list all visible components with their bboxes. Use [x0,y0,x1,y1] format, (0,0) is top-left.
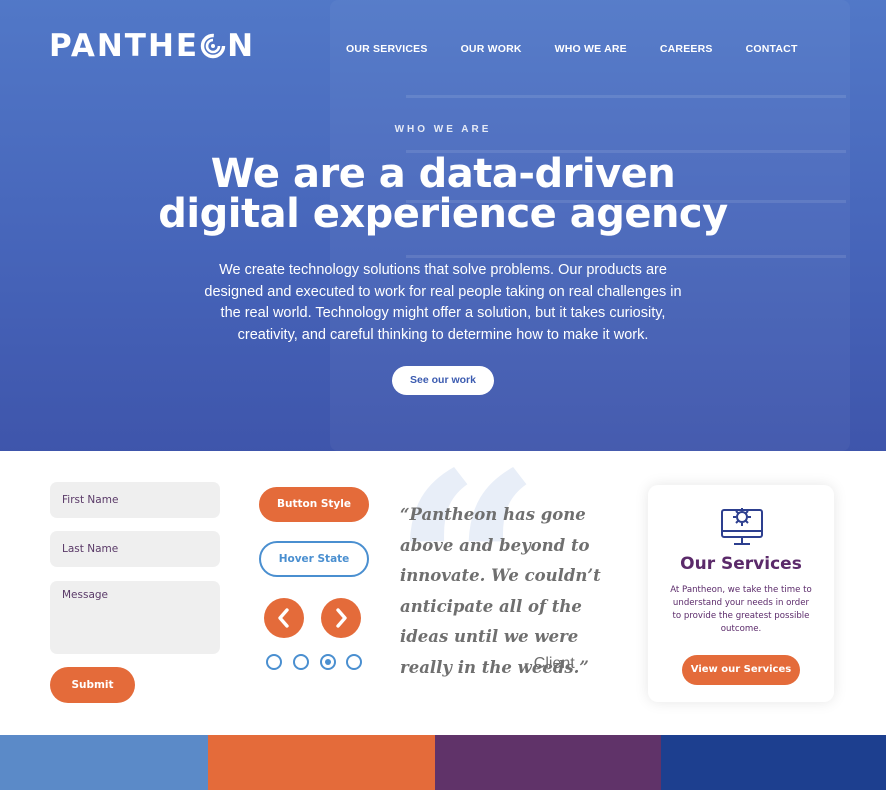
nav-item-careers[interactable]: CAREERS [660,43,713,55]
logo-swirl-icon [200,33,226,59]
pantheon-logo[interactable]: PANTHE N [49,28,255,64]
carousel-dot[interactable] [293,654,309,670]
nav-item-our-services[interactable]: OUR SERVICES [346,43,428,55]
testimonial-quote: “Pantheon has gone above and beyond to i… [400,505,601,677]
monitor-gear-icon [721,508,763,545]
chevron-right-icon [336,608,347,628]
color-swatch-orange [208,735,435,790]
hero-background-shelf [406,95,846,98]
view-our-services-button[interactable]: View our Services [682,655,800,685]
next-button[interactable] [321,598,361,638]
color-swatch-blue [0,735,208,790]
color-swatch-navy [661,735,886,790]
color-swatch-purple [435,735,661,790]
nav-item-contact[interactable]: CONTACT [746,43,798,55]
hero-headline-line-2: digital experience agency [158,191,728,237]
first-name-field[interactable]: First Name [50,482,220,518]
see-our-work-button[interactable]: See our work [392,366,494,395]
last-name-field[interactable]: Last Name [50,531,220,567]
nav-item-our-work[interactable]: OUR WORK [461,43,522,55]
carousel-dot[interactable] [346,654,362,670]
hover-state-sample[interactable]: Hover State [259,541,369,577]
submit-button[interactable]: Submit [50,667,135,703]
button-style-sample[interactable]: Button Style [259,487,369,522]
hero-background-shelf [406,255,846,258]
logo-text-prefix: PANTHE [49,28,200,64]
message-field[interactable]: Message [50,581,220,654]
services-card-text: At Pantheon, we take the time to underst… [670,585,812,634]
hero-headline-line-1: We are a data-driven [210,151,676,197]
services-card-title: Our Services [680,554,802,574]
testimonial-cite: - Client [524,655,575,672]
chevron-left-icon [278,608,289,628]
main-nav: OUR SERVICES OUR WORK WHO WE ARE CAREERS… [346,43,831,55]
logo-text-suffix: N [227,28,256,64]
services-card: Our Services At Pantheon, we take the ti… [648,485,834,702]
previous-button[interactable] [264,598,304,638]
nav-item-who-we-are[interactable]: WHO WE ARE [555,43,627,55]
carousel-dot-active[interactable] [320,654,336,670]
hero-headline: We are a data-driven digital experience … [0,154,886,234]
carousel-dot[interactable] [266,654,282,670]
hero-eyebrow: WHO WE ARE [394,124,492,135]
hero-section: PANTHE N OUR SERVICES OUR WORK WHO WE AR… [0,0,886,451]
hero-lede: We create technology solutions that solv… [204,262,682,343]
